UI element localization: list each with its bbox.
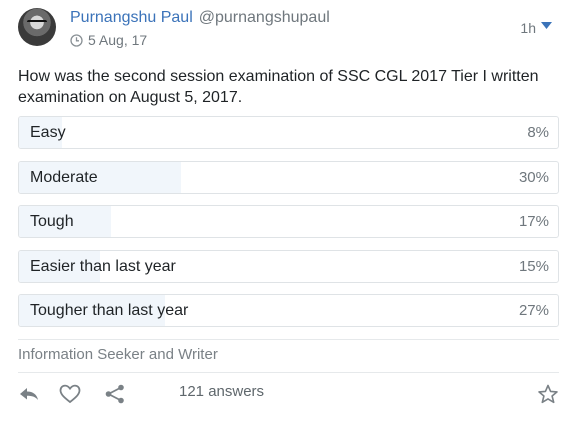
post-header: Purnangshu Paul @purnangshupaul 5 Aug, 17… <box>18 8 558 58</box>
answers-count[interactable]: 121 answers <box>179 383 264 400</box>
clock-icon <box>70 33 83 47</box>
poll-option[interactable]: Tough 17% <box>18 205 559 238</box>
poll-option-percent: 15% <box>518 257 549 275</box>
divider <box>18 339 559 340</box>
divider <box>18 372 559 373</box>
post-date: 5 Aug, 17 <box>88 32 148 48</box>
poll-option-percent: 8% <box>527 124 549 141</box>
poll-option-label: Tougher than last year <box>30 302 189 319</box>
avatar[interactable] <box>18 8 56 46</box>
poll-option[interactable]: Easier than last year 15% <box>18 249 559 283</box>
poll-option-label: Easy <box>30 124 66 141</box>
heart-icon[interactable] <box>59 384 81 404</box>
poll-option-percent: 27% <box>518 302 549 319</box>
poll-option[interactable]: Tougher than last year 27% <box>18 294 559 327</box>
poll-question: How was the second session examination o… <box>18 68 539 106</box>
post-date-line: 5 Aug, 17 <box>70 32 147 48</box>
poll-option-percent: 30% <box>518 168 549 186</box>
poll-option-percent: 17% <box>518 213 549 230</box>
author-line: Purnangshu Paul @purnangshupaul <box>70 9 330 27</box>
caret-down-icon[interactable] <box>541 22 552 29</box>
poll-options: Easy 8% Moderate 30% Tough 17% Easier th… <box>18 116 559 339</box>
author-handle[interactable]: @purnangshupaul <box>199 9 330 26</box>
share-icon[interactable] <box>104 384 126 404</box>
poll-option[interactable]: Moderate 30% <box>18 160 559 194</box>
action-bar: 121 answers <box>18 378 559 410</box>
author-name[interactable]: Purnangshu Paul <box>70 9 193 26</box>
poll-option-label: Tough <box>30 213 74 230</box>
poll-option[interactable]: Easy 8% <box>18 116 559 149</box>
poll-option-label: Moderate <box>30 168 98 186</box>
poll-option-label: Easier than last year <box>30 257 176 275</box>
time-ago: 1h <box>520 20 536 36</box>
reply-icon[interactable] <box>18 384 40 404</box>
star-icon[interactable] <box>537 384 559 404</box>
author-bio: Information Seeker and Writer <box>18 346 218 363</box>
